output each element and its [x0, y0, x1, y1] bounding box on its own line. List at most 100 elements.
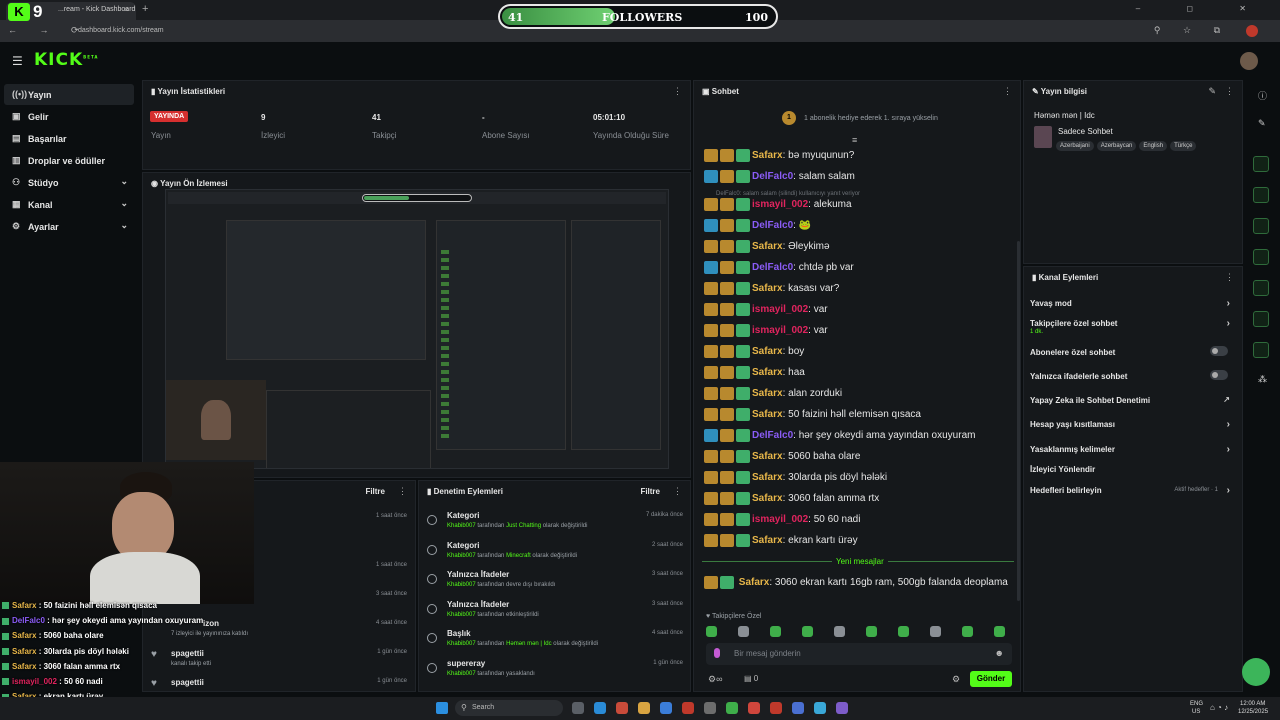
- chat-username[interactable]: DelFalc0: [752, 430, 793, 441]
- chat-username[interactable]: DelFalc0: [752, 171, 793, 182]
- emote-bar[interactable]: [706, 626, 1012, 640]
- chat-username[interactable]: DelFalc0: [752, 262, 793, 273]
- taskbar-app-icon[interactable]: [594, 702, 606, 714]
- sidebar-item-kanal[interactable]: ▦ Kanal ⌄: [4, 194, 134, 215]
- chat-username[interactable]: ismayil_002: [752, 199, 808, 210]
- emote-icon[interactable]: [930, 626, 941, 637]
- browser-extension-icons[interactable]: ⚲ ☆ ⧉: [1154, 25, 1230, 36]
- moderation-row[interactable]: Kategori Khabib007 tarafından Just Chatti…: [423, 511, 687, 541]
- chat-username[interactable]: DelFalc0: [752, 220, 793, 231]
- menu-icon[interactable]: ☰: [12, 54, 23, 68]
- wrench-icon[interactable]: [1253, 342, 1269, 358]
- moderation-row[interactable]: Başlık Khabib007 tarafından Həmən mən | I…: [423, 629, 687, 659]
- chat-username[interactable]: Safarx: [752, 472, 783, 483]
- chat-username[interactable]: Safarx: [752, 451, 783, 462]
- chat-username[interactable]: ismayil_002: [752, 325, 808, 336]
- moderation-row[interactable]: Yalnızca İfadeler Khabib007 tarafından et…: [423, 600, 687, 630]
- sidebar-item-droplar[interactable]: ▥ Droplar ve ödüller: [4, 150, 134, 171]
- chat-username[interactable]: Safarx: [752, 493, 783, 504]
- moderator-name[interactable]: Khabib007: [447, 641, 476, 647]
- moderation-row[interactable]: supereray Khabib007 tarafından yasaklandı…: [423, 659, 687, 689]
- tray-icons[interactable]: ⌂ ◔ ♪: [1210, 703, 1228, 712]
- browser-profile-icon[interactable]: [1246, 25, 1258, 37]
- emote-icon[interactable]: [770, 626, 781, 637]
- filter-button[interactable]: Filtre: [365, 487, 385, 496]
- new-tab-button[interactable]: +: [142, 3, 148, 15]
- mod-tool-icon[interactable]: [1253, 156, 1269, 172]
- moderator-name[interactable]: Khabib007: [447, 523, 476, 529]
- chat-username[interactable]: Safarx: [752, 283, 783, 294]
- list-rail-icon[interactable]: [1253, 311, 1269, 327]
- window-controls[interactable]: – ◻ ✕: [1136, 4, 1268, 13]
- emote-icon[interactable]: [994, 626, 1005, 637]
- chat-username[interactable]: Safarx: [752, 367, 783, 378]
- channel-action-row[interactable]: Takipçilere özel sohbet 1 dk. ›: [1030, 318, 1236, 335]
- channel-action-row[interactable]: Yalnızca ifadelerle sohbet: [1030, 370, 1236, 381]
- stream-preview-video[interactable]: [165, 189, 669, 469]
- taskbar-search[interactable]: ⚲ Search: [455, 700, 563, 716]
- emote-icon[interactable]: [802, 626, 813, 637]
- browser-nav-buttons[interactable]: ← → ⟳: [8, 25, 89, 36]
- language-indicator[interactable]: ENG: [1190, 701, 1203, 707]
- moderation-row[interactable]: Kategori Khabib007 tarafından Minecraft o…: [423, 541, 687, 571]
- pencil-icon[interactable]: ✎: [1208, 86, 1216, 97]
- channel-action-row[interactable]: Hedefleri belirleyin Aktif hedefler · 1 ›: [1030, 485, 1236, 496]
- chat-username[interactable]: Safarx: [752, 409, 783, 420]
- chat-rail-icon[interactable]: [1253, 249, 1269, 265]
- more-icon[interactable]: ⋮: [1225, 86, 1234, 97]
- taskbar-app-icon[interactable]: [682, 702, 694, 714]
- taskbar-app-icon[interactable]: [726, 702, 738, 714]
- support-button[interactable]: [1242, 658, 1270, 686]
- chat-username[interactable]: ismayil_002: [752, 304, 808, 315]
- sidebar-item-yayin[interactable]: ((•)) Yayın: [4, 84, 134, 105]
- toggle-switch[interactable]: [1210, 346, 1228, 356]
- emote-icon[interactable]: [834, 626, 845, 637]
- taskbar-app-icon[interactable]: [704, 702, 716, 714]
- taskbar-app-icon[interactable]: [638, 702, 650, 714]
- region-indicator[interactable]: US: [1192, 709, 1200, 715]
- taskbar-app-icon[interactable]: [836, 702, 848, 714]
- moderation-row[interactable]: Yalnızca İfadeler Khabib007 tarafından de…: [423, 570, 687, 600]
- windows-start-icon[interactable]: [436, 702, 448, 714]
- moderator-name[interactable]: Khabib007: [447, 612, 476, 618]
- gear-icon[interactable]: ⚙: [952, 674, 960, 685]
- moderator-name[interactable]: Khabib007: [447, 553, 476, 559]
- taskbar-app-icon[interactable]: [748, 702, 760, 714]
- connections-icon[interactable]: ⁂: [1258, 374, 1267, 385]
- taskbar-app-icon[interactable]: [770, 702, 782, 714]
- channel-action-row[interactable]: İzleyici Yönlendir: [1030, 465, 1236, 474]
- chat-username[interactable]: Safarx: [752, 535, 783, 546]
- broadcast-rail-icon[interactable]: [1253, 280, 1269, 296]
- chat-input-box[interactable]: Bir mesaj gönderin ☻: [706, 643, 1012, 665]
- sidebar-item-studyo[interactable]: ⚇ Stüdyo ⌄: [4, 172, 134, 193]
- emote-icon[interactable]: [898, 626, 909, 637]
- taskbar-app-icon[interactable]: [660, 702, 672, 714]
- moderator-name[interactable]: Khabib007: [447, 671, 476, 677]
- more-icon[interactable]: ⋮: [673, 86, 682, 97]
- url-field[interactable]: dashboard.kick.com/stream: [78, 27, 164, 34]
- sidebar-item-ayarlar[interactable]: ⚙ Ayarlar ⌄: [4, 216, 134, 237]
- filter-button[interactable]: Filtre: [640, 487, 660, 496]
- avatar[interactable]: [1240, 52, 1258, 70]
- chat-username[interactable]: Safarx: [752, 388, 783, 399]
- close-tab-icon[interactable]: ×: [124, 5, 129, 14]
- more-icon[interactable]: ⋮: [1003, 86, 1012, 97]
- send-button[interactable]: Gönder: [970, 671, 1012, 687]
- channel-action-row[interactable]: Yavaş mod ›: [1030, 298, 1236, 309]
- info-icon[interactable]: ⓘ: [1258, 89, 1267, 102]
- channel-action-row[interactable]: Yasaklanmış kelimeler ›: [1030, 444, 1236, 455]
- channel-action-row[interactable]: Yapay Zeka ile Sohbet Denetimi ↗: [1030, 395, 1236, 405]
- clip-icon[interactable]: [1253, 218, 1269, 234]
- clock-date[interactable]: 12/25/2025: [1238, 709, 1268, 715]
- taskbar-app-icon[interactable]: [792, 702, 804, 714]
- more-icon[interactable]: ⋮: [673, 486, 682, 497]
- edit-icon[interactable]: ✎: [1258, 118, 1266, 129]
- channel-action-row[interactable]: Hesap yaşı kısıtlaması ›: [1030, 419, 1236, 430]
- emote-icon[interactable]: [738, 626, 749, 637]
- emote-icon[interactable]: [866, 626, 877, 637]
- taskbar-app-icon[interactable]: [814, 702, 826, 714]
- emoji-icon[interactable]: ☻: [995, 648, 1004, 658]
- toggle-switch[interactable]: [1210, 370, 1228, 380]
- chat-scrollbar[interactable]: [1017, 241, 1020, 601]
- chat-username[interactable]: Safarx: [752, 150, 783, 161]
